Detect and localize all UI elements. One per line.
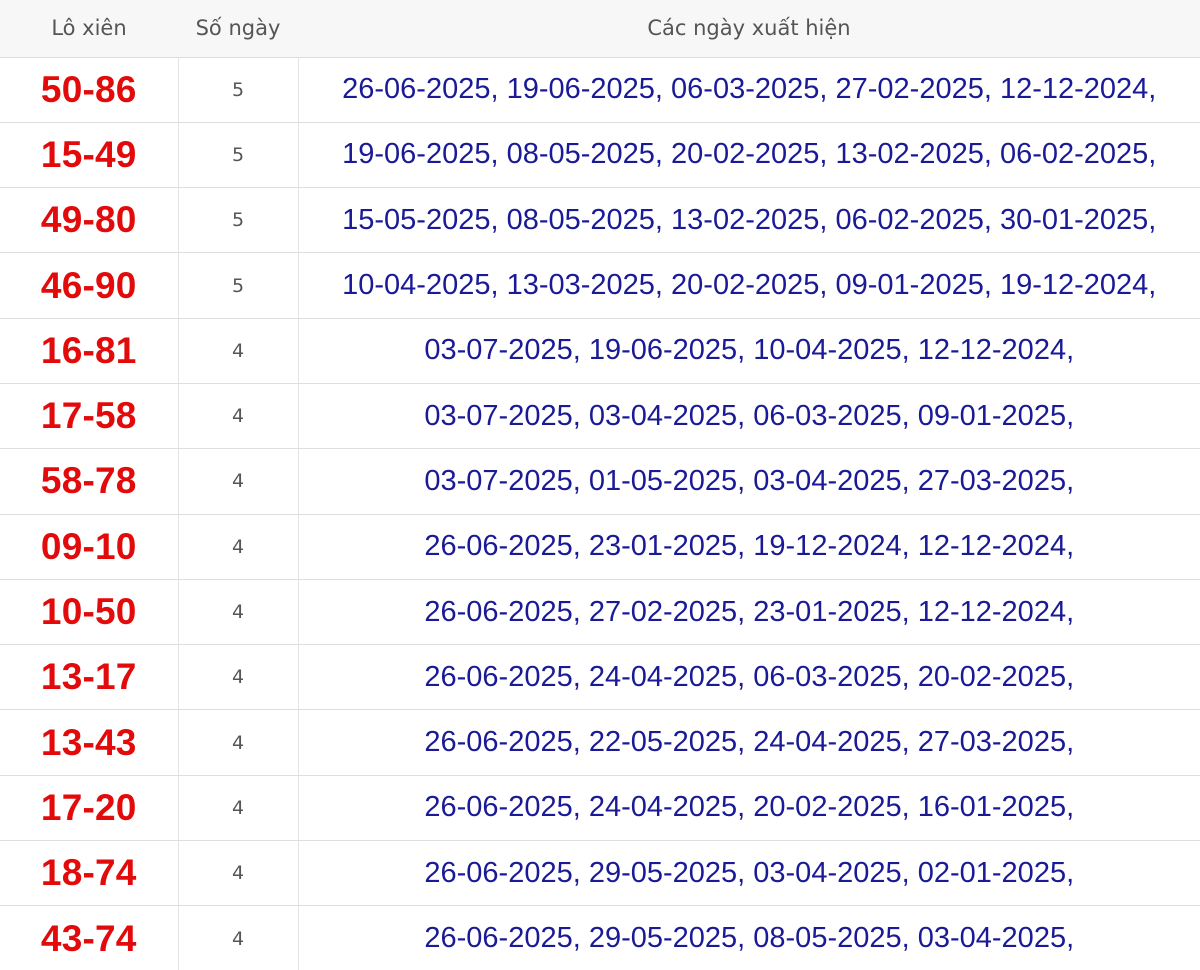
count-cell: 4: [178, 644, 299, 711]
dates-cell: 03-07-2025, 01-05-2025, 03-04-2025, 27-0…: [298, 448, 1200, 515]
header-pair: Lô xiên: [0, 0, 178, 58]
pair-cell: 58-78: [0, 448, 179, 515]
pair-cell: 49-80: [0, 187, 179, 254]
count-cell: 4: [178, 448, 299, 515]
table-row: 17-58 4 03-07-2025, 03-04-2025, 06-03-2025…: [0, 383, 1200, 450]
dates-cell: 19-06-2025, 08-05-2025, 20-02-2025, 13-0…: [298, 122, 1200, 189]
dates-cell: 26-06-2025, 23-01-2025, 19-12-2024, 12-1…: [298, 514, 1200, 580]
pair-cell: 46-90: [0, 252, 179, 319]
table-row: 10-50 4 26-06-2025, 27-02-2025, 23-01-2025…: [0, 579, 1200, 646]
pair-cell: 13-43: [0, 709, 179, 776]
pair-cell: 16-81: [0, 318, 179, 384]
count-cell: 4: [178, 775, 299, 842]
table-row: 50-86 5 26-06-2025, 19-06-2025, 06-03-2025…: [0, 57, 1200, 123]
count-cell: 4: [178, 905, 299, 970]
header-row: Lô xiên Số ngày Các ngày xuất hiện: [0, 0, 1200, 58]
count-cell: 4: [178, 318, 299, 384]
dates-cell: 03-07-2025, 19-06-2025, 10-04-2025, 12-1…: [298, 318, 1200, 384]
table-row: 58-78 4 03-07-2025, 01-05-2025, 03-04-2025…: [0, 448, 1200, 515]
dates-cell: 26-06-2025, 27-02-2025, 23-01-2025, 12-1…: [298, 579, 1200, 646]
dates-cell: 26-06-2025, 29-05-2025, 03-04-2025, 02-0…: [298, 840, 1200, 907]
dates-cell: 26-06-2025, 29-05-2025, 08-05-2025, 03-0…: [298, 905, 1200, 970]
page: Lô xiên Số ngày Các ngày xuất hiện 50-86…: [0, 0, 1200, 970]
table-row: 15-49 5 19-06-2025, 08-05-2025, 20-02-2025…: [0, 122, 1200, 189]
count-cell: 4: [178, 383, 299, 450]
count-cell: 4: [178, 514, 299, 580]
table-row: 16-81 4 03-07-2025, 19-06-2025, 10-04-2025…: [0, 318, 1200, 384]
lo-xien-table: Lô xiên Số ngày Các ngày xuất hiện 50-86…: [0, 0, 1200, 970]
pair-cell: 13-17: [0, 644, 179, 711]
pair-cell: 10-50: [0, 579, 179, 646]
count-cell: 5: [178, 57, 299, 123]
table-header: Lô xiên Số ngày Các ngày xuất hiện: [0, 0, 1200, 58]
dates-cell: 03-07-2025, 03-04-2025, 06-03-2025, 09-0…: [298, 383, 1200, 450]
pair-cell: 50-86: [0, 57, 179, 123]
header-dates: Các ngày xuất hiện: [298, 0, 1200, 58]
pair-cell: 15-49: [0, 122, 179, 189]
pair-cell: 17-58: [0, 383, 179, 450]
dates-cell: 26-06-2025, 24-04-2025, 20-02-2025, 16-0…: [298, 775, 1200, 842]
table-row: 09-10 4 26-06-2025, 23-01-2025, 19-12-2024…: [0, 514, 1200, 580]
table-row: 13-17 4 26-06-2025, 24-04-2025, 06-03-2025…: [0, 644, 1200, 711]
table-row: 49-80 5 15-05-2025, 08-05-2025, 13-02-2025…: [0, 187, 1200, 254]
table-row: 18-74 4 26-06-2025, 29-05-2025, 03-04-2025…: [0, 840, 1200, 907]
count-cell: 5: [178, 252, 299, 319]
count-cell: 5: [178, 187, 299, 254]
table-row: 13-43 4 26-06-2025, 22-05-2025, 24-04-2025…: [0, 709, 1200, 776]
dates-cell: 10-04-2025, 13-03-2025, 20-02-2025, 09-0…: [298, 252, 1200, 319]
table-row: 17-20 4 26-06-2025, 24-04-2025, 20-02-2025…: [0, 775, 1200, 842]
pair-cell: 17-20: [0, 775, 179, 842]
count-cell: 4: [178, 840, 299, 907]
dates-cell: 26-06-2025, 24-04-2025, 06-03-2025, 20-0…: [298, 644, 1200, 711]
count-cell: 4: [178, 579, 299, 646]
pair-cell: 09-10: [0, 514, 179, 580]
table-body: 50-86 5 26-06-2025, 19-06-2025, 06-03-2025…: [0, 57, 1200, 970]
dates-cell: 26-06-2025, 19-06-2025, 06-03-2025, 27-0…: [298, 57, 1200, 123]
table-row: 43-74 4 26-06-2025, 29-05-2025, 08-05-2025…: [0, 905, 1200, 970]
table-row: 46-90 5 10-04-2025, 13-03-2025, 20-02-2025…: [0, 252, 1200, 319]
header-count: Số ngày: [178, 0, 298, 58]
pair-cell: 18-74: [0, 840, 179, 907]
dates-cell: 15-05-2025, 08-05-2025, 13-02-2025, 06-0…: [298, 187, 1200, 254]
dates-cell: 26-06-2025, 22-05-2025, 24-04-2025, 27-0…: [298, 709, 1200, 776]
count-cell: 4: [178, 709, 299, 776]
count-cell: 5: [178, 122, 299, 189]
pair-cell: 43-74: [0, 905, 179, 970]
